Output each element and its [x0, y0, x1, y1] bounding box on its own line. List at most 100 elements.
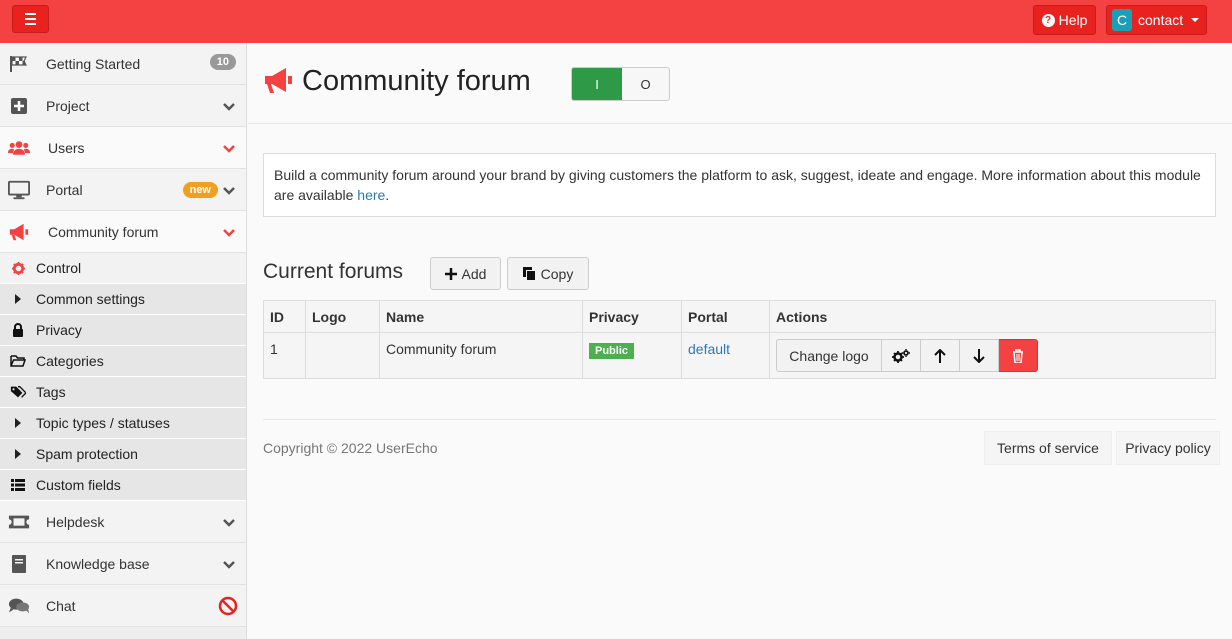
- plus-icon: [444, 267, 457, 280]
- sidebar-item-label: Portal: [46, 181, 83, 198]
- subnav-item-topic-types[interactable]: Topic types / statuses: [0, 408, 246, 439]
- main-content: Community forum I O Build a community fo…: [248, 43, 1232, 639]
- copy-icon: [522, 266, 536, 281]
- forums-table: ID Logo Name Privacy Portal Actions 1 Co…: [263, 300, 1216, 379]
- help-label: Help: [1058, 12, 1088, 28]
- move-down-button[interactable]: [960, 339, 999, 372]
- sidebar-item-knowledge-base[interactable]: Knowledge base: [0, 543, 246, 585]
- plus-square-icon: [8, 97, 30, 115]
- info-link[interactable]: here: [357, 187, 385, 203]
- ban-icon: [218, 596, 238, 619]
- folder-open-icon: [10, 355, 26, 367]
- copy-label: Copy: [540, 265, 574, 282]
- sidebar-item-users[interactable]: Users: [0, 127, 246, 169]
- sidebar-item-chat[interactable]: Chat: [0, 585, 246, 627]
- subnav-item-tags[interactable]: Tags: [0, 377, 246, 408]
- column-header: Actions: [769, 300, 1216, 333]
- subnav-item-common-settings[interactable]: Common settings: [0, 284, 246, 315]
- sidebar-item-label: Chat: [46, 597, 76, 614]
- subnav-label: Common settings: [36, 291, 145, 307]
- column-header: Portal: [681, 300, 770, 333]
- tags-icon: [10, 385, 26, 399]
- change-logo-button[interactable]: Change logo: [776, 339, 882, 372]
- desktop-icon: [8, 180, 30, 200]
- subnav-item-privacy[interactable]: Privacy: [0, 315, 246, 346]
- sidebar-item-getting-started[interactable]: Getting Started 10: [0, 43, 246, 85]
- toggle-off[interactable]: O: [622, 68, 669, 100]
- cell-actions: Change logo: [769, 332, 1216, 379]
- subnav-item-control[interactable]: Control: [0, 253, 246, 284]
- row-actions: Change logo: [776, 339, 1209, 372]
- column-header: Name: [379, 300, 583, 333]
- new-badge: new: [182, 182, 218, 198]
- info-box: Build a community forum around your bran…: [263, 153, 1216, 217]
- subnav-label: Custom fields: [36, 477, 121, 493]
- move-up-button[interactable]: [921, 339, 960, 372]
- cell-portal: default: [681, 332, 770, 379]
- column-header: Logo: [305, 300, 380, 333]
- arrow-down-icon: [973, 348, 985, 363]
- comments-icon: [8, 597, 30, 615]
- avatar: C: [1112, 9, 1132, 31]
- sidebar-item-label: Helpdesk: [46, 513, 105, 530]
- add-forum-button[interactable]: Add: [430, 257, 501, 290]
- module-toggle[interactable]: I O: [571, 67, 670, 101]
- subnav-item-custom-fields[interactable]: Custom fields: [0, 470, 246, 501]
- subnav-item-spam-protection[interactable]: Spam protection: [0, 439, 246, 470]
- subnav-label: Privacy: [36, 322, 82, 338]
- toggle-on[interactable]: I: [572, 68, 622, 100]
- column-header: Privacy: [582, 300, 682, 333]
- caret-right-icon: [10, 449, 26, 459]
- help-button[interactable]: ? Help: [1033, 5, 1096, 35]
- users-icon: [8, 139, 30, 157]
- subnav-label: Topic types / statuses: [36, 415, 170, 431]
- info-text: Build a community forum around your bran…: [274, 167, 1201, 203]
- sidebar-item-label: Users: [48, 139, 85, 156]
- table-header-row: ID Logo Name Privacy Portal Actions: [263, 300, 1216, 333]
- cell-id: 1: [263, 332, 306, 379]
- copyright-text: Copyright © 2022 UserEcho: [263, 440, 438, 456]
- chevron-down-icon: [222, 557, 236, 573]
- sidebar-item-label: Knowledge base: [46, 555, 150, 572]
- chevron-down-icon: [222, 515, 236, 531]
- page-header: Community forum I O: [248, 43, 1232, 124]
- sidebar-item-label: Project: [46, 97, 90, 114]
- subnav-label: Spam protection: [36, 446, 138, 462]
- privacy-policy-link[interactable]: Privacy policy: [1116, 431, 1220, 465]
- terms-of-service-link[interactable]: Terms of service: [984, 431, 1112, 465]
- lock-icon: [10, 323, 26, 337]
- sidebar-item-community-forum[interactable]: Community forum: [0, 211, 246, 253]
- list-icon: [10, 479, 26, 491]
- caret-right-icon: [10, 418, 26, 428]
- cell-logo: [305, 332, 380, 379]
- cell-privacy: Public: [582, 332, 682, 379]
- add-label: Add: [461, 265, 487, 282]
- copy-forum-button[interactable]: Copy: [507, 257, 589, 290]
- chevron-down-icon: [222, 141, 236, 157]
- caret-right-icon: [10, 294, 26, 304]
- caret-down-icon: [1191, 18, 1200, 22]
- user-menu-button[interactable]: C contact: [1106, 5, 1207, 35]
- top-bar: ? Help C contact: [0, 0, 1232, 43]
- hamburger-icon: [25, 12, 36, 27]
- sidebar-item-label: Community forum: [48, 223, 159, 240]
- sidebar-item-helpdesk[interactable]: Helpdesk: [0, 501, 246, 543]
- sidebar-item-label: Getting Started: [46, 55, 141, 72]
- bullhorn-icon: [8, 222, 30, 242]
- privacy-badge: Public: [589, 343, 635, 359]
- settings-button[interactable]: [882, 339, 921, 372]
- portal-link[interactable]: default: [688, 341, 730, 357]
- menu-toggle-button[interactable]: [12, 5, 49, 33]
- sidebar-item-portal[interactable]: Portal new: [0, 169, 246, 211]
- sidebar: Getting Started 10 Project Users Portal …: [0, 43, 247, 639]
- bullhorn-icon: [263, 67, 295, 98]
- delete-button[interactable]: [999, 339, 1038, 372]
- subnav-item-categories[interactable]: Categories: [0, 346, 246, 377]
- cell-name: Community forum: [379, 332, 583, 379]
- sidebar-item-project[interactable]: Project: [0, 85, 246, 127]
- footer-divider: [263, 419, 1216, 420]
- chevron-down-icon: [222, 225, 236, 241]
- user-label: contact: [1138, 12, 1184, 28]
- checkered-flag-icon: [8, 55, 30, 73]
- book-icon: [8, 554, 30, 574]
